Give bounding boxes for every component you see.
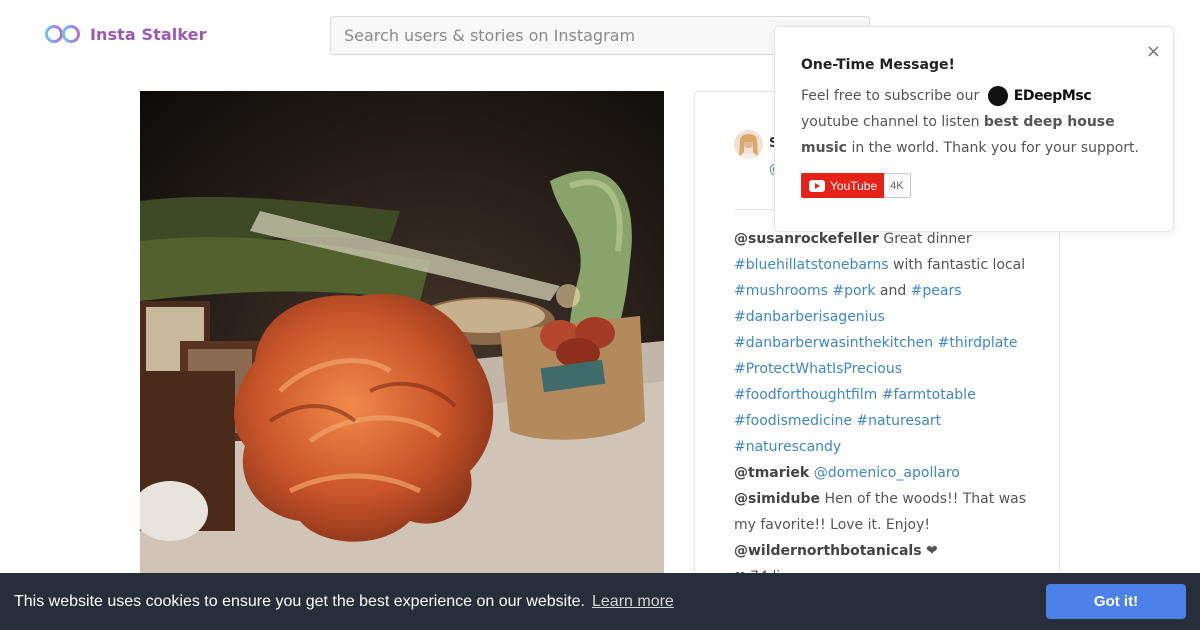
popup-text-mid: youtube channel to listen (801, 114, 980, 130)
comment-text: and (875, 283, 911, 299)
avatar[interactable] (734, 130, 763, 159)
one-time-message-popup: × One-Time Message! Feel free to subscri… (774, 26, 1174, 232)
hashtag-link[interactable]: #bluehillatstonebarns (734, 257, 889, 273)
youtube-label: YouTube (830, 178, 878, 193)
youtube-subscriber-count: 4K (884, 173, 911, 198)
logo-text: Insta Stalker (90, 24, 207, 44)
hashtag-link[interactable]: #farmtotable (882, 387, 976, 403)
comment-username[interactable]: @tmariek (734, 465, 809, 481)
popup-title: One-Time Message! (801, 57, 955, 73)
post-photo (140, 91, 664, 591)
comment-item: @wildernorthbotanicals ❤ (734, 538, 1034, 564)
comment-username[interactable]: @wildernorthbotanicals (734, 543, 922, 559)
youtube-play-icon (809, 179, 825, 192)
hashtag-link[interactable]: #danbarberwasinthekitchen (734, 335, 933, 351)
hashtag-link[interactable]: #pork (832, 283, 875, 299)
hashtag-link[interactable]: #danbarberisagenius (734, 309, 885, 325)
comment-item: @susanrockefeller Great dinner #bluehill… (734, 226, 1034, 460)
popup-body: Feel free to subscribe our EDeepMsc yout… (801, 83, 1151, 161)
hashtag-link[interactable]: #thirdplate (938, 335, 1018, 351)
comment-username[interactable]: @simidube (734, 491, 820, 507)
infinity-logo-icon (45, 25, 80, 43)
cookie-banner: This website uses cookies to ensure you … (0, 573, 1200, 630)
hashtag-link[interactable]: #foodforthoughtfilm (734, 387, 877, 403)
hashtag-link[interactable]: #naturesart (856, 413, 941, 429)
youtube-subscribe[interactable]: YouTube 4K (801, 173, 911, 198)
cookie-message: This website uses cookies to ensure you … (14, 592, 585, 610)
popup-text-prefix: Feel free to subscribe our (801, 88, 980, 104)
hashtag-link[interactable]: #ProtectWhatIsPrecious (734, 361, 902, 377)
hashtag-link[interactable]: #foodismedicine (734, 413, 852, 429)
comment-username[interactable]: @susanrockefeller (734, 231, 879, 247)
site-logo[interactable]: Insta Stalker (44, 22, 207, 46)
mention-link[interactable]: @domenico_apollaro (814, 465, 960, 481)
comment-item: @tmariek @domenico_apollaro (734, 460, 1034, 486)
hashtag-link[interactable]: #pears (911, 283, 962, 299)
hashtag-link[interactable]: #mushrooms (734, 283, 828, 299)
comment-item: @simidube Hen of the woods!! That was my… (734, 486, 1034, 538)
brand-logo-icon (987, 86, 1008, 106)
comment-text: ❤ (921, 543, 938, 559)
cookie-accept-button[interactable]: Got it! (1046, 584, 1186, 619)
comment-list: @susanrockefeller Great dinner #bluehill… (734, 226, 1034, 590)
learn-more-link[interactable]: Learn more (592, 593, 674, 611)
hashtag-link[interactable]: #naturescandy (734, 439, 841, 455)
youtube-subscribe-button[interactable]: YouTube (801, 173, 885, 198)
brand-badge[interactable]: EDeepMsc (987, 83, 1092, 109)
comment-text: with fantastic local (888, 257, 1026, 273)
close-icon[interactable]: × (1146, 43, 1161, 61)
brand-name: EDeepMsc (1013, 88, 1092, 104)
comment-text: Great dinner (878, 231, 972, 247)
popup-text-suffix: in the world. Thank you for your support… (851, 140, 1139, 156)
